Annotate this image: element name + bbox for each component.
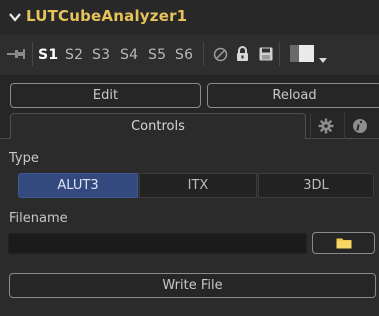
toolbar-divider (203, 42, 204, 66)
swatch-light-half (299, 45, 314, 62)
tab-settings[interactable] (310, 113, 340, 139)
browse-button[interactable] (312, 232, 375, 254)
edit-button[interactable]: Edit (10, 83, 201, 108)
reload-button[interactable]: Reload (207, 83, 379, 108)
toolbar-divider (32, 42, 33, 66)
tab-controls[interactable]: Controls (10, 113, 306, 139)
slot-s5[interactable]: S5 (148, 47, 166, 63)
type-option-itx[interactable]: ITX (139, 173, 257, 198)
tool-title: LUTCubeAnalyzer1 (26, 7, 188, 25)
slot-s4[interactable]: S4 (120, 47, 138, 63)
dropdown-arrow-icon[interactable] (319, 52, 327, 67)
swatch-dark-half (290, 45, 299, 62)
folder-icon (336, 238, 351, 249)
filename-input[interactable] (8, 233, 307, 254)
tab-info[interactable] (344, 113, 379, 139)
slot-s2[interactable]: S2 (65, 47, 83, 63)
write-file-button[interactable]: Write File (9, 273, 376, 298)
save-icon[interactable] (259, 47, 273, 65)
collapse-chevron-icon[interactable] (9, 11, 21, 26)
toolbar-divider (279, 42, 280, 66)
filename-label: Filename (9, 211, 68, 226)
color-swatch[interactable] (290, 45, 314, 62)
type-label: Type (9, 151, 39, 166)
slot-s6[interactable]: S6 (175, 47, 193, 63)
info-icon (353, 119, 367, 133)
disable-icon[interactable] (213, 47, 228, 66)
type-option-alut3[interactable]: ALUT3 (18, 173, 138, 198)
slot-s3[interactable]: S3 (92, 47, 110, 63)
gear-icon (318, 118, 334, 134)
pin-icon[interactable] (7, 47, 25, 65)
slot-s1[interactable]: S1 (38, 47, 58, 63)
type-option-3dl[interactable]: 3DL (258, 173, 374, 198)
lock-icon[interactable] (236, 46, 249, 66)
